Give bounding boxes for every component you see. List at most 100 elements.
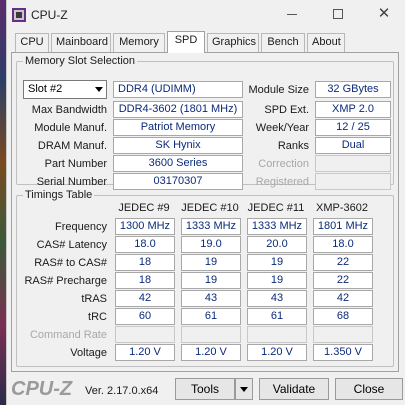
timing-row-label: Frequency bbox=[55, 221, 107, 233]
validate-button[interactable]: Validate bbox=[259, 378, 329, 400]
timing-cell: 43 bbox=[181, 290, 241, 307]
timing-cell: 60 bbox=[115, 308, 175, 325]
close-button[interactable]: Close bbox=[335, 378, 403, 400]
timing-cell bbox=[181, 326, 241, 343]
timing-cell: 18 bbox=[115, 272, 175, 289]
tab-bench[interactable]: Bench bbox=[261, 33, 305, 52]
timing-cell: 18.0 bbox=[313, 236, 373, 253]
timing-row-label: tRC bbox=[88, 311, 107, 323]
max-bandwidth-value: DDR4-3602 (1801 MHz) bbox=[113, 101, 243, 118]
serial-number-label: Serial Number bbox=[36, 176, 107, 188]
timing-cell: 42 bbox=[115, 290, 175, 307]
timing-row-label: CAS# Latency bbox=[36, 239, 107, 251]
timing-cell: 1333 MHz bbox=[247, 218, 307, 235]
week-year-label: Week/Year bbox=[255, 122, 309, 134]
timing-cell: 1.20 V bbox=[115, 344, 175, 361]
tab-cpu[interactable]: CPU bbox=[15, 33, 49, 52]
timing-cell: 19 bbox=[181, 254, 241, 271]
tab-memory[interactable]: Memory bbox=[113, 33, 165, 52]
version-text: Ver. 2.17.0.x64 bbox=[85, 385, 159, 397]
timing-cell: 19 bbox=[181, 272, 241, 289]
memory-type-value: DDR4 (UDIMM) bbox=[113, 81, 243, 98]
maximize-icon bbox=[333, 9, 343, 19]
timing-cell: 20.0 bbox=[247, 236, 307, 253]
max-bandwidth-label: Max Bandwidth bbox=[31, 104, 107, 116]
ranks-label: Ranks bbox=[277, 140, 309, 152]
timing-cell: 19 bbox=[247, 254, 307, 271]
timing-cell: 19.0 bbox=[181, 236, 241, 253]
week-year-value: 12 / 25 bbox=[315, 119, 391, 136]
dram-manuf-label: DRAM Manuf. bbox=[37, 140, 107, 152]
memory-slot-group: Memory Slot Selection Slot #2 DDR4 (UDIM… bbox=[16, 55, 394, 190]
footer-bar: CPU-Z Ver. 2.17.0.x64 Tools Validate Clo… bbox=[7, 372, 405, 405]
dram-manuf-value: SK Hynix bbox=[113, 137, 243, 154]
timing-cell: 1300 MHz bbox=[115, 218, 175, 235]
timing-cell: 1.20 V bbox=[247, 344, 307, 361]
timing-cell: 42 bbox=[313, 290, 373, 307]
timings-column-header: JEDEC #9 bbox=[118, 202, 170, 214]
tab-spd[interactable]: SPD bbox=[167, 31, 205, 53]
chevron-down-icon bbox=[240, 387, 248, 392]
timing-cell: 61 bbox=[247, 308, 307, 325]
minimize-icon bbox=[287, 14, 297, 15]
module-manuf-value: Patriot Memory bbox=[113, 119, 243, 136]
timing-cell: 1333 MHz bbox=[181, 218, 241, 235]
memory-slot-group-title: Memory Slot Selection bbox=[23, 55, 138, 67]
tools-button[interactable]: Tools bbox=[175, 378, 235, 400]
module-size-label: Module Size bbox=[248, 84, 309, 96]
chevron-down-icon bbox=[95, 87, 103, 92]
part-number-value: 3600 Series bbox=[113, 155, 243, 172]
timing-cell: 68 bbox=[313, 308, 373, 325]
module-size-value: 32 GBytes bbox=[315, 81, 391, 98]
timing-cell bbox=[115, 326, 175, 343]
timing-cell: 18.0 bbox=[115, 236, 175, 253]
maximize-button[interactable] bbox=[323, 4, 353, 26]
tab-graphics[interactable]: Graphics bbox=[207, 33, 259, 52]
timings-column-header: JEDEC #11 bbox=[247, 202, 305, 214]
correction-label: Correction bbox=[258, 158, 309, 170]
timing-row-label: RAS# to CAS# bbox=[34, 257, 107, 269]
registered-label: Registered bbox=[255, 176, 309, 188]
close-window-button[interactable]: ✕ bbox=[369, 4, 399, 26]
timing-cell: 43 bbox=[247, 290, 307, 307]
timing-cell bbox=[313, 326, 373, 343]
timing-cell: 22 bbox=[313, 254, 373, 271]
spd-ext-value: XMP 2.0 bbox=[315, 101, 391, 118]
tab-mainboard[interactable]: Mainboard bbox=[51, 33, 111, 52]
tab-about[interactable]: About bbox=[307, 33, 345, 52]
timings-table-group-title: Timings Table bbox=[23, 189, 95, 201]
title-bar: CPU-Z ✕ bbox=[7, 0, 405, 30]
timing-row-label: tRAS bbox=[81, 293, 107, 305]
timing-cell: 18 bbox=[115, 254, 175, 271]
timings-column-header: XMP-3602 bbox=[316, 202, 368, 214]
slot-select[interactable]: Slot #2 bbox=[23, 80, 107, 99]
ranks-value: Dual bbox=[315, 137, 391, 154]
timing-row-label: Command Rate bbox=[29, 329, 107, 341]
timing-cell: 22 bbox=[313, 272, 373, 289]
timing-cell: 61 bbox=[181, 308, 241, 325]
cpuz-logo: CPU-Z bbox=[11, 378, 73, 400]
spd-panel: Memory Slot Selection Slot #2 DDR4 (UDIM… bbox=[11, 52, 399, 372]
serial-number-value: 03170307 bbox=[113, 173, 243, 190]
close-icon: ✕ bbox=[377, 5, 391, 22]
timings-table-group: Timings Table JEDEC #9 JEDEC #10 JEDEC #… bbox=[16, 189, 394, 367]
timing-cell: 19 bbox=[247, 272, 307, 289]
correction-value bbox=[315, 155, 391, 172]
cpuz-app-icon bbox=[12, 8, 26, 22]
registered-value bbox=[315, 173, 391, 190]
timing-cell: 1.350 V bbox=[313, 344, 373, 361]
timing-cell: 1801 MHz bbox=[313, 218, 373, 235]
spd-ext-label: SPD Ext. bbox=[264, 104, 309, 116]
part-number-label: Part Number bbox=[44, 158, 107, 170]
timing-cell: 1.20 V bbox=[181, 344, 241, 361]
slot-select-value: Slot #2 bbox=[28, 83, 63, 95]
window-title: CPU-Z bbox=[31, 8, 68, 22]
module-manuf-label: Module Manuf. bbox=[34, 122, 107, 134]
minimize-button[interactable] bbox=[277, 4, 307, 26]
cpuz-window: CPU-Z ✕ CPU Mainboard Memory SPD Graphic… bbox=[6, 0, 405, 405]
timing-row-label: Voltage bbox=[70, 347, 107, 359]
timing-row-label: RAS# Precharge bbox=[24, 275, 107, 287]
tools-dropdown-button[interactable] bbox=[235, 378, 253, 400]
timing-cell bbox=[247, 326, 307, 343]
timings-column-header: JEDEC #10 bbox=[181, 202, 239, 214]
